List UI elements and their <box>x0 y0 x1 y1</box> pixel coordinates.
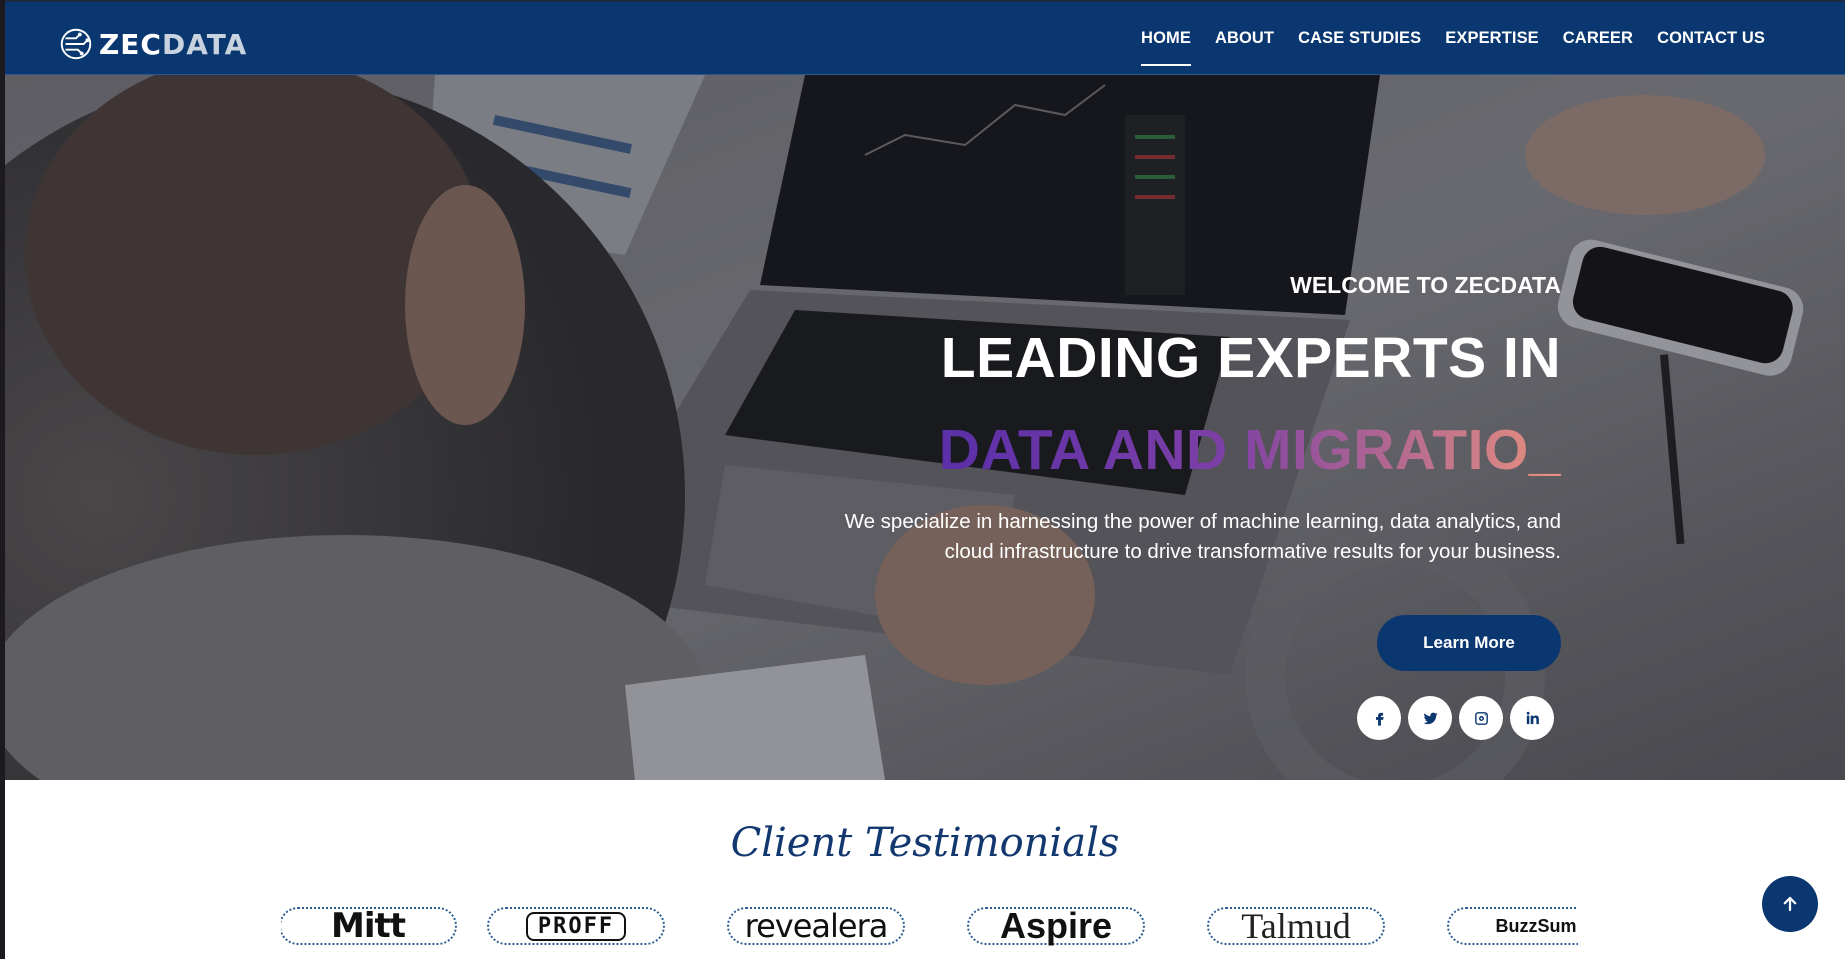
nav-expertise[interactable]: EXPERTISE <box>1433 2 1551 75</box>
brand-logo[interactable]: ZECDATA <box>57 24 247 64</box>
client-logo-mitt[interactable]: Mitt <box>281 907 457 946</box>
logo-text: ZECDATA <box>99 27 248 61</box>
instagram-icon[interactable] <box>1459 696 1503 740</box>
nav-about[interactable]: ABOUT <box>1203 2 1286 75</box>
main-nav: HOME ABOUT CASE STUDIES EXPERTISE CAREER… <box>1129 2 1777 75</box>
social-links <box>1357 696 1554 740</box>
client-logo-buzzsumo[interactable]: BuzzSum <box>1447 907 1578 945</box>
nav-home[interactable]: HOME <box>1129 2 1203 75</box>
navbar: ZECDATA HOME ABOUT CASE STUDIES EXPERTIS… <box>5 0 1845 75</box>
linkedin-icon[interactable] <box>1510 696 1554 740</box>
testimonials-title: Client Testimonials <box>730 820 1120 866</box>
client-logo-proff[interactable]: PROFF <box>487 907 665 945</box>
facebook-icon[interactable] <box>1357 696 1401 740</box>
twitter-icon[interactable] <box>1408 696 1452 740</box>
nav-contact-us[interactable]: CONTACT US <box>1645 2 1777 75</box>
learn-more-button[interactable]: Learn More <box>1377 615 1561 671</box>
hero-headline: LEADING EXPERTS IN <box>940 326 1561 390</box>
client-logo-revealera[interactable]: revealera <box>727 907 905 945</box>
arrow-up-icon <box>1783 896 1797 912</box>
logo-globe-icon <box>60 28 92 60</box>
client-logo-aspire[interactable]: Aspire <box>967 907 1145 946</box>
client-logo-talmud[interactable]: Talmud <box>1207 907 1385 946</box>
hero-description: We specialize in harnessing the power of… <box>844 510 1561 563</box>
page: ZECDATA HOME ABOUT CASE STUDIES EXPERTIS… <box>5 0 1845 959</box>
hero-welcome-text: WELCOME TO ZECDATA <box>1290 272 1561 298</box>
hero-section: WELCOME TO ZECDATA LEADING EXPERTS IN DA… <box>5 75 1845 780</box>
nav-case-studies[interactable]: CASE STUDIES <box>1286 2 1433 75</box>
hero-typed-text: DATA AND MIGRATIO_ <box>938 418 1561 482</box>
client-logo-carousel: Mitt PROFF revealera Aspire Talmud BuzzS… <box>281 907 1578 959</box>
nav-career[interactable]: CAREER <box>1551 2 1645 75</box>
hero-overlay <box>5 75 1845 780</box>
scroll-to-top-button[interactable] <box>1762 876 1818 932</box>
